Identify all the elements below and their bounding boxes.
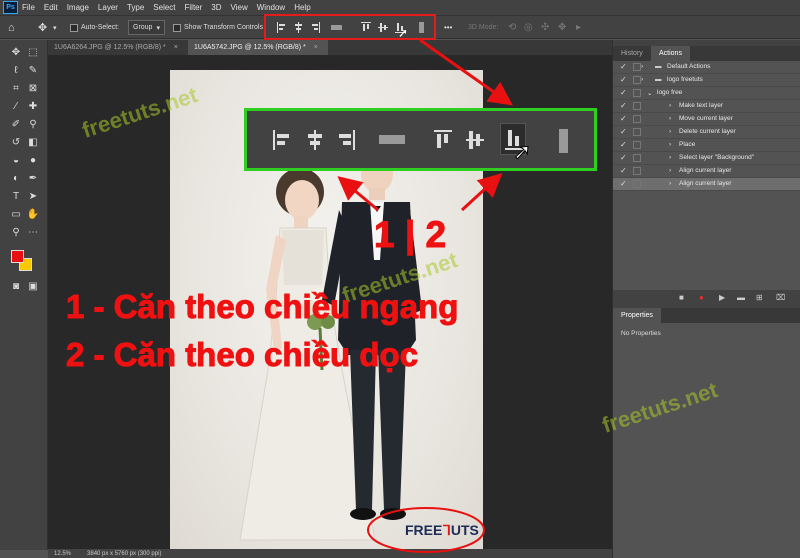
freetuts-logo: FREEᒣUTS <box>405 522 479 539</box>
arrow-to-vertical <box>460 172 503 212</box>
arrow-to-horizontal <box>337 176 379 212</box>
logo-mark-icon: ᒣ <box>442 522 451 538</box>
annotation-numbers: 1 | 2 <box>373 214 447 256</box>
logo-text-left: FREE <box>405 522 443 538</box>
annotation-vertical: 2 - Căn theo chiều dọc <box>65 336 419 374</box>
annotation-horizontal: 1 - Căn theo chiều ngang <box>65 288 459 326</box>
foreground-color-swatch[interactable] <box>11 250 24 263</box>
arrow-to-inset <box>419 38 513 106</box>
logo-text-right: UTS <box>450 522 479 538</box>
